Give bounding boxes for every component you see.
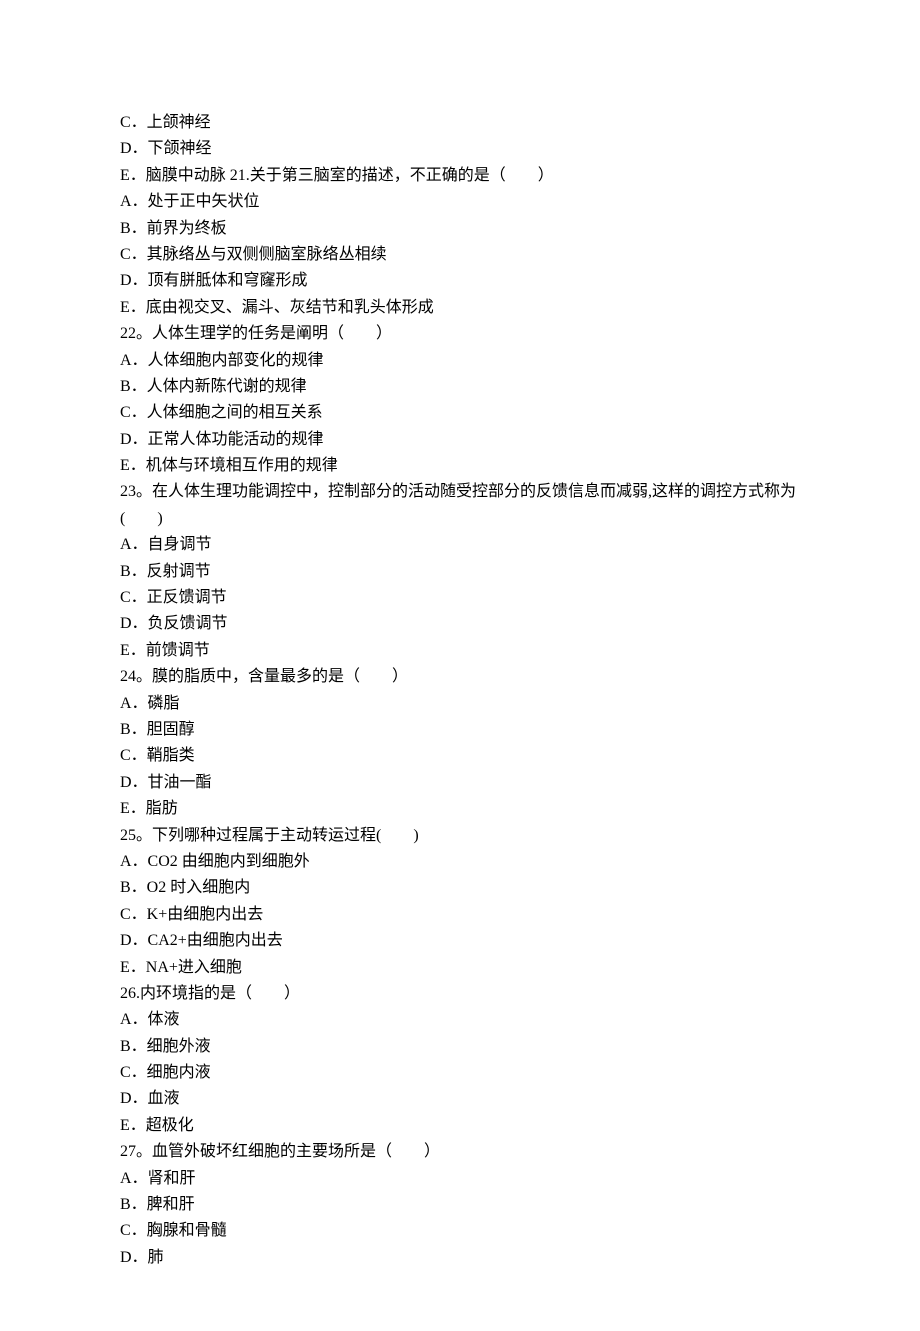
text-line: B．O2 时入细胞内 — [120, 875, 800, 901]
text-line: 23。在人体生理功能调控中，控制部分的活动随受控部分的反馈信息而减弱,这样的调控… — [120, 479, 800, 532]
text-line: C．细胞内液 — [120, 1060, 800, 1086]
text-line: C．胸腺和骨髓 — [120, 1218, 800, 1244]
text-line: D．顶有胼胝体和穹窿形成 — [120, 268, 800, 294]
text-line: A．体液 — [120, 1007, 800, 1033]
text-line: A．人体细胞内部变化的规律 — [120, 348, 800, 374]
text-line: D．正常人体功能活动的规律 — [120, 427, 800, 453]
text-line: 27。血管外破坏红细胞的主要场所是（ ） — [120, 1139, 800, 1165]
text-line: 26.内环境指的是（ ） — [120, 981, 800, 1007]
text-line: E．NA+进入细胞 — [120, 955, 800, 981]
document-body: C．上颌神经D．下颌神经E．脑膜中动脉 21.关于第三脑室的描述，不正确的是（ … — [120, 110, 800, 1271]
text-line: B．人体内新陈代谢的规律 — [120, 374, 800, 400]
text-line: 24。膜的脂质中，含量最多的是（ ） — [120, 664, 800, 690]
text-line: E．前馈调节 — [120, 638, 800, 664]
text-line: A．肾和肝 — [120, 1166, 800, 1192]
text-line: D．血液 — [120, 1086, 800, 1112]
text-line: D．负反馈调节 — [120, 611, 800, 637]
text-line: E．机体与环境相互作用的规律 — [120, 453, 800, 479]
text-line: C．其脉络丛与双侧侧脑室脉络丛相续 — [120, 242, 800, 268]
text-line: E．底由视交叉、漏斗、灰结节和乳头体形成 — [120, 295, 800, 321]
text-line: C．鞘脂类 — [120, 743, 800, 769]
text-line: C．人体细胞之间的相互关系 — [120, 400, 800, 426]
text-line: B．细胞外液 — [120, 1034, 800, 1060]
text-line: C．上颌神经 — [120, 110, 800, 136]
text-line: 22。人体生理学的任务是阐明（ ） — [120, 321, 800, 347]
text-line: C．正反馈调节 — [120, 585, 800, 611]
text-line: D．肺 — [120, 1245, 800, 1271]
text-line: A．CO2 由细胞内到细胞外 — [120, 849, 800, 875]
text-line: D．下颌神经 — [120, 136, 800, 162]
text-line: B．前界为终板 — [120, 216, 800, 242]
text-line: A．磷脂 — [120, 691, 800, 717]
text-line: B．反射调节 — [120, 559, 800, 585]
text-line: C．K+由细胞内出去 — [120, 902, 800, 928]
text-line: D．CA2+由细胞内出去 — [120, 928, 800, 954]
text-line: D．甘油一酯 — [120, 770, 800, 796]
text-line: E．超极化 — [120, 1113, 800, 1139]
text-line: A．处于正中矢状位 — [120, 189, 800, 215]
text-line: B．脾和肝 — [120, 1192, 800, 1218]
text-line: 25。下列哪种过程属于主动转运过程( ) — [120, 823, 800, 849]
text-line: B．胆固醇 — [120, 717, 800, 743]
text-line: E．脑膜中动脉 21.关于第三脑室的描述，不正确的是（ ） — [120, 163, 800, 189]
text-line: A．自身调节 — [120, 532, 800, 558]
text-line: E．脂肪 — [120, 796, 800, 822]
